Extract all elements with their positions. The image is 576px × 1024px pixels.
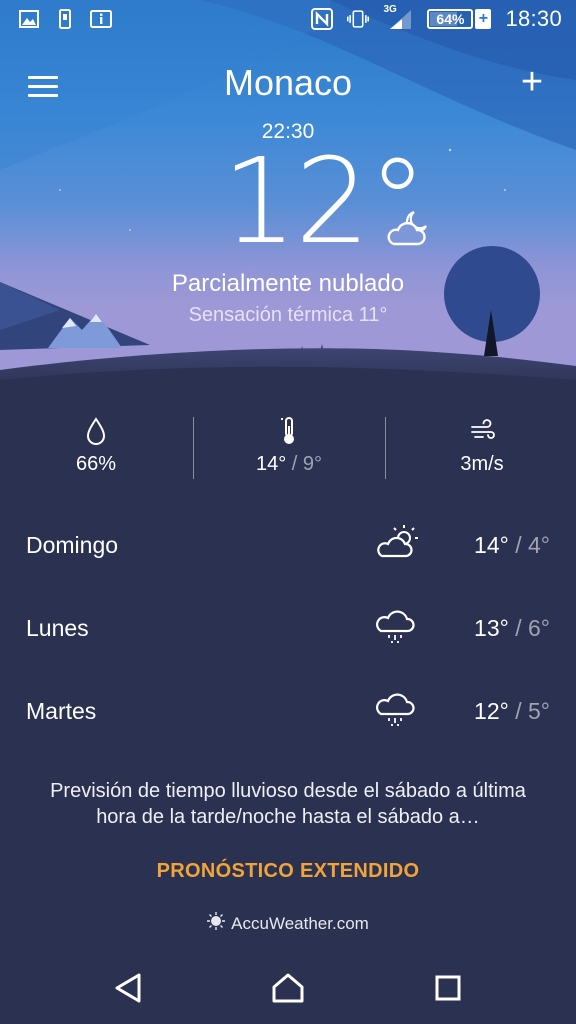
forecast-summary: Previsión de tiempo lluvioso desde el sá… <box>50 780 526 828</box>
info-icon <box>90 8 112 30</box>
forecast-low: / 4° <box>515 532 550 558</box>
forecast-day: Lunes <box>26 615 89 641</box>
forecast-row[interactable]: Lunes 13° / 6° <box>0 593 576 663</box>
image-icon <box>18 8 40 30</box>
partly-cloudy-night-icon <box>384 206 430 253</box>
humidity-value: 66% <box>75 453 117 475</box>
temp-high: 14° <box>255 453 287 475</box>
forecast-low: / 5° <box>515 698 550 724</box>
battery-level: 64% <box>436 11 465 27</box>
drop-icon <box>0 415 192 447</box>
forecast-day: Domingo <box>26 532 119 558</box>
wind-icon <box>386 415 576 447</box>
signal-icon: 3G <box>383 4 413 30</box>
accuweather-logo[interactable]: AccuWeather.com <box>0 912 576 935</box>
forecast-row[interactable]: Domingo 14° / 4° <box>0 510 576 580</box>
forecast-high: 12° <box>474 698 509 724</box>
navigation-bar <box>0 950 576 1024</box>
extended-forecast-link[interactable]: PRONÓSTICO EXTENDIDO <box>0 860 576 883</box>
recents-button[interactable] <box>428 968 468 1008</box>
provider-name: AccuWeather.com <box>231 913 369 933</box>
nfc-icon <box>311 8 334 30</box>
temp-low: / 9° <box>291 453 323 475</box>
city-title: Monaco <box>223 62 353 103</box>
wind-value: 3m/s <box>460 453 504 475</box>
home-icon <box>272 973 304 1003</box>
forecast-high: 13° <box>474 615 509 641</box>
back-button[interactable] <box>108 968 148 1008</box>
thermometer-icon <box>193 415 385 447</box>
device-icon <box>54 8 76 30</box>
vibrate-icon <box>347 8 370 30</box>
rain-icon <box>376 605 416 650</box>
status-clock: 18:30 <box>505 6 562 31</box>
charging-icon: + <box>475 9 492 29</box>
humidity-stat: 66% <box>0 415 192 476</box>
home-button[interactable] <box>268 968 308 1008</box>
feels-like: Sensación térmica 11° <box>188 304 388 326</box>
weather-condition: Parcialmente nublado <box>171 270 405 297</box>
weather-stats: 66% 14° / 9° 3m/s <box>0 415 576 485</box>
back-icon <box>115 973 141 1003</box>
wind-stat: 3m/s <box>386 415 576 476</box>
rain-icon <box>376 688 416 733</box>
forecast-day: Martes <box>26 698 97 724</box>
network-type-label: 3G <box>383 4 397 15</box>
forecast-high: 14° <box>474 532 509 558</box>
forecast-low: / 6° <box>515 615 550 641</box>
battery-icon: 64% + <box>427 9 492 29</box>
status-bar: 3G 64% + 18:30 <box>0 0 576 40</box>
recents-icon <box>435 975 461 1001</box>
partly-cloudy-day-icon <box>376 522 422 567</box>
forecast-row[interactable]: Martes 12° / 5° <box>0 676 576 746</box>
sun-logo-icon <box>207 912 226 935</box>
temperature-range-stat: 14° / 9° <box>193 415 385 476</box>
add-location-button[interactable]: + <box>512 62 552 102</box>
